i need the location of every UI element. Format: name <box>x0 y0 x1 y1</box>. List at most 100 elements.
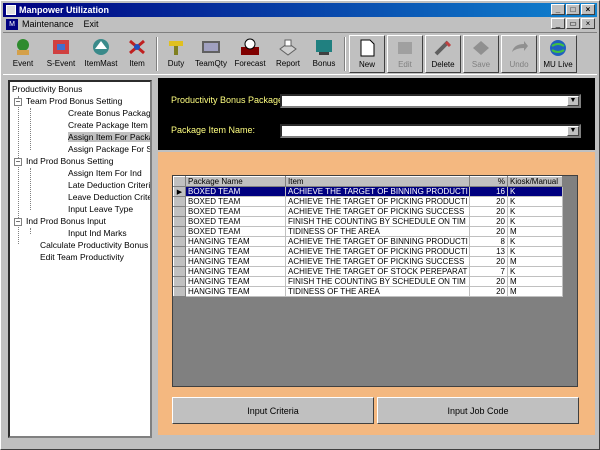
column-header-kiosk-manual[interactable]: Kiosk/Manual <box>507 176 563 187</box>
menu-exit[interactable]: Exit <box>84 19 99 29</box>
edit-button[interactable]: Edit <box>387 35 423 73</box>
event-button[interactable]: Event <box>7 35 39 73</box>
cell-kiosk-manual[interactable]: M <box>507 226 563 237</box>
collapse-ind-input-icon[interactable]: − <box>14 218 22 226</box>
column-header-package-name[interactable]: Package Name <box>185 176 286 187</box>
row-selector[interactable] <box>173 216 186 227</box>
tree-team-prod-bonus-setting[interactable]: Team Prod Bonus Setting <box>26 96 122 106</box>
cell-item[interactable]: ACHIEVE THE TARGET OF BINNING PRODUCTI <box>285 186 470 197</box>
tree-create-bonus-package[interactable]: Create Bonus Packag <box>68 108 150 118</box>
item-master-button[interactable]: ItemMast <box>83 35 119 73</box>
forecast-button[interactable]: Forecast <box>231 35 269 73</box>
cell-kiosk-manual[interactable]: K <box>507 196 563 207</box>
cell-percent[interactable]: 7 <box>469 266 508 277</box>
cell-percent[interactable]: 8 <box>469 236 508 247</box>
tree-assign-package-for[interactable]: Assign Package For S <box>68 144 150 154</box>
cell-item[interactable]: FINISH THE COUNTING BY SCHEDULE ON TIM <box>285 276 470 287</box>
table-row[interactable]: HANGING TEAM ACHIEVE THE TARGET OF PICKIN… <box>173 246 563 257</box>
cell-item[interactable]: ACHIEVE THE TARGET OF PICKING SUCCESS <box>285 206 470 217</box>
cell-package-name[interactable]: HANGING TEAM <box>185 266 286 277</box>
tree-late-deduction-criteria[interactable]: Late Deduction Criteri <box>68 180 150 190</box>
minimize-button[interactable]: _ <box>551 4 565 15</box>
cell-kiosk-manual[interactable]: K <box>507 206 563 217</box>
cell-percent[interactable]: 20 <box>469 196 508 207</box>
cell-item[interactable]: FINISH THE COUNTING BY SCHEDULE ON TIM <box>285 216 470 227</box>
menu-maintenance[interactable]: Maintenance <box>22 19 74 29</box>
cell-kiosk-manual[interactable]: K <box>507 236 563 247</box>
tree-assign-item-for-ind[interactable]: Assign Item For Ind <box>68 168 142 178</box>
cell-package-name[interactable]: HANGING TEAM <box>185 286 286 297</box>
table-row[interactable]: BOXED TEAM TIDINESS OF THE AREA 20 M <box>173 226 563 237</box>
cell-item[interactable]: ACHIEVE THE TARGET OF BINNING PRODUCTI <box>285 236 470 247</box>
input-job-code-button[interactable]: Input Job Code <box>377 397 579 424</box>
tree-input-ind-marks[interactable]: Input Ind Marks <box>68 228 127 238</box>
cell-item[interactable]: ACHIEVE THE TARGET OF PICKING PRODUCTI <box>285 196 470 207</box>
table-row[interactable]: HANGING TEAM ACHIEVE THE TARGET OF PICKIN… <box>173 256 563 267</box>
save-button[interactable]: Save <box>463 35 499 73</box>
tree-create-package-item[interactable]: Create Package Item <box>68 120 148 130</box>
table-row[interactable]: BOXED TEAM FINISH THE COUNTING BY SCHEDUL… <box>173 216 563 227</box>
child-close-button[interactable]: × <box>581 18 595 29</box>
cell-item[interactable]: TIDINESS OF THE AREA <box>285 286 470 297</box>
tree-ind-prod-bonus-setting[interactable]: Ind Prod Bonus Setting <box>26 156 113 166</box>
table-row[interactable]: HANGING TEAM ACHIEVE THE TARGET OF BINNIN… <box>173 236 563 247</box>
tree-ind-prod-bonus-input[interactable]: Ind Prod Bonus Input <box>26 216 106 226</box>
table-row[interactable]: HANGING TEAM FINISH THE COUNTING BY SCHED… <box>173 276 563 287</box>
cell-percent[interactable]: 16 <box>469 186 508 197</box>
package-combo[interactable]: ▼ <box>280 94 581 108</box>
table-row[interactable]: BOXED TEAM ACHIEVE THE TARGET OF PICKING … <box>173 206 563 217</box>
table-row[interactable]: HANGING TEAM TIDINESS OF THE AREA 20 M <box>173 286 563 297</box>
cell-kiosk-manual[interactable]: K <box>507 246 563 257</box>
table-row[interactable]: BOXED TEAM ACHIEVE THE TARGET OF PICKING … <box>173 196 563 207</box>
cell-kiosk-manual[interactable]: K <box>507 266 563 277</box>
row-selector[interactable] <box>173 236 186 247</box>
cell-percent[interactable]: 20 <box>469 226 508 237</box>
s-event-button[interactable]: S-Event <box>41 35 81 73</box>
row-selector[interactable] <box>173 196 186 207</box>
column-header-item[interactable]: Item <box>285 176 470 187</box>
cell-package-name[interactable]: HANGING TEAM <box>185 246 286 257</box>
cell-percent[interactable]: 20 <box>469 256 508 267</box>
row-selector[interactable] <box>173 206 186 217</box>
delete-button[interactable]: Delete <box>425 35 461 73</box>
cell-percent[interactable]: 20 <box>469 206 508 217</box>
cell-percent[interactable]: 20 <box>469 276 508 287</box>
cell-item[interactable]: ACHIEVE THE TARGET OF STOCK PEREPARAT <box>285 266 470 277</box>
cell-kiosk-manual[interactable]: K <box>507 186 563 197</box>
title-bar[interactable]: Manpower Utilization _ □ × <box>3 3 597 17</box>
cell-item[interactable]: TIDINESS OF THE AREA <box>285 226 470 237</box>
child-minimize-button[interactable]: _ <box>551 18 565 29</box>
item-combo[interactable]: ▼ <box>280 124 581 138</box>
collapse-team-setting-icon[interactable]: − <box>14 98 22 106</box>
cell-package-name[interactable]: HANGING TEAM <box>185 276 286 287</box>
row-selector[interactable] <box>173 246 186 257</box>
undo-button[interactable]: Undo <box>501 35 537 73</box>
cell-kiosk-manual[interactable]: M <box>507 286 563 297</box>
row-selector[interactable] <box>173 256 186 267</box>
close-button[interactable]: × <box>581 4 595 15</box>
cell-percent[interactable]: 20 <box>469 286 508 297</box>
cell-percent[interactable]: 20 <box>469 216 508 227</box>
input-criteria-button[interactable]: Input Criteria <box>172 397 374 424</box>
cell-package-name[interactable]: BOXED TEAM <box>185 226 286 237</box>
cell-kiosk-manual[interactable]: M <box>507 276 563 287</box>
tree-assign-item-for-package[interactable]: Assign Item For Packa <box>68 132 150 142</box>
team-qty-button[interactable]: TeamQty <box>193 35 229 73</box>
cell-kiosk-manual[interactable]: K <box>507 216 563 227</box>
tree-productivity-bonus[interactable]: Productivity Bonus <box>12 84 82 94</box>
tree-input-leave-type[interactable]: Input Leave Type <box>68 204 133 214</box>
duty-button[interactable]: Duty <box>161 35 191 73</box>
cell-package-name[interactable]: BOXED TEAM <box>185 206 286 217</box>
cell-item[interactable]: ACHIEVE THE TARGET OF PICKING PRODUCTI <box>285 246 470 257</box>
tree-leave-deduction-criteria[interactable]: Leave Deduction Crite <box>68 192 150 202</box>
pane-splitter[interactable] <box>153 78 157 440</box>
cell-package-name[interactable]: HANGING TEAM <box>185 236 286 247</box>
chevron-down-icon[interactable]: ▼ <box>567 96 579 106</box>
cell-package-name[interactable]: BOXED TEAM <box>185 216 286 227</box>
row-selector[interactable] <box>173 266 186 277</box>
tree-calculate-productivity-bonus[interactable]: Calculate Productivity Bonus <box>40 240 148 250</box>
package-item-grid[interactable]: Package Name Item % Kiosk/Manual ▶ BOXED … <box>172 175 578 387</box>
maximize-button[interactable]: □ <box>566 4 580 15</box>
item-button[interactable]: Item <box>121 35 153 73</box>
row-selector[interactable] <box>173 226 186 237</box>
